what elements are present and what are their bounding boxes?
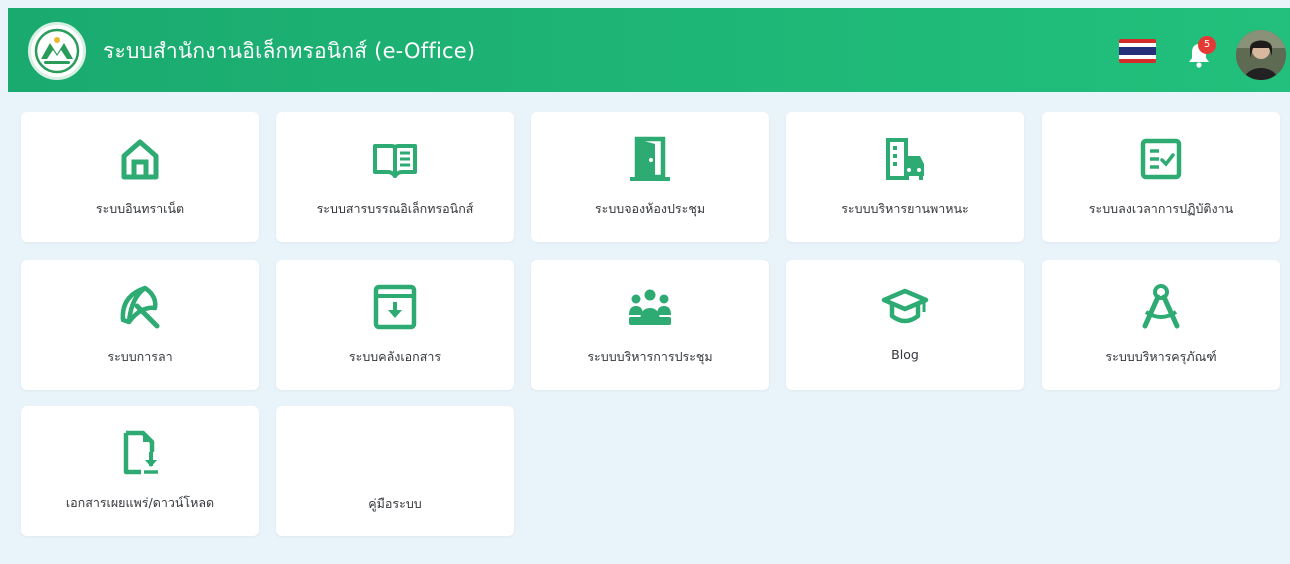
app-title: ระบบสำนักงานอิเล็กทรอนิกส์ (e-Office) xyxy=(103,39,476,63)
user-avatar[interactable] xyxy=(1236,30,1286,80)
menu-card-document-archive[interactable]: ระบบคลังเอกสาร xyxy=(276,260,514,390)
home-icon xyxy=(115,134,165,184)
menu-card-meeting-room-booking[interactable]: ระบบจองห้องประชุม xyxy=(531,112,769,242)
menu-card-e-document[interactable]: ระบบสารบรรณอิเล็กทรอนิกส์ xyxy=(276,112,514,242)
menu-card-label: คู่มือระบบ xyxy=(368,496,422,511)
checklist-icon xyxy=(1136,134,1186,184)
archive-download-icon xyxy=(370,282,420,332)
book-open-icon xyxy=(370,134,420,184)
menu-card-leave[interactable]: ระบบการลา xyxy=(21,260,259,390)
compass-drafting-icon xyxy=(1136,282,1186,332)
notification-count-badge: 5 xyxy=(1198,36,1216,54)
top-header: ระบบสำนักงานอิเล็กทรอนิกส์ (e-Office) 5 xyxy=(8,8,1290,92)
people-group-icon xyxy=(625,282,675,332)
menu-card-intranet[interactable]: ระบบอินทราเน็ต xyxy=(21,112,259,242)
menu-card-label: ระบบอินทราเน็ต xyxy=(95,201,185,216)
menu-card-asset-management[interactable]: ระบบบริหารครุภัณฑ์ xyxy=(1042,260,1280,390)
menu-card-label: ระบบการลา xyxy=(107,349,173,364)
menu-card-system-manual[interactable]: คู่มือระบบ xyxy=(276,406,514,536)
graduation-cap-icon xyxy=(880,282,930,332)
menu-card-downloads[interactable]: เอกสารเผยแพร่/ดาวน์โหลด xyxy=(21,406,259,536)
menu-card-blog[interactable]: Blog xyxy=(786,260,1024,390)
menu-card-label: ระบบลงเวลาการปฏิบัติงาน xyxy=(1088,201,1234,216)
menu-card-vehicle-management[interactable]: ระบบบริหารยานพาหนะ xyxy=(786,112,1024,242)
menu-card-label: ระบบบริหารครุภัณฑ์ xyxy=(1105,349,1217,364)
door-icon xyxy=(625,134,675,184)
thai-flag-icon[interactable] xyxy=(1119,39,1156,63)
file-download-icon xyxy=(115,428,165,478)
menu-card-label: เอกสารเผยแพร่/ดาวน์โหลด xyxy=(65,495,215,510)
umbrella-beach-icon xyxy=(115,282,165,332)
menu-card-label: ระบบจองห้องประชุม xyxy=(594,201,706,216)
menu-card-label: ระบบบริหารยานพาหนะ xyxy=(841,201,969,216)
menu-card-label: ระบบคลังเอกสาร xyxy=(348,349,442,364)
menu-card-label: Blog xyxy=(891,347,919,362)
menu-card-time-attendance[interactable]: ระบบลงเวลาการปฏิบัติงาน xyxy=(1042,112,1280,242)
building-car-icon xyxy=(880,134,930,184)
menu-card-label: ระบบบริหารการประชุม xyxy=(587,349,713,364)
menu-card-label: ระบบสารบรรณอิเล็กทรอนิกส์ xyxy=(316,201,474,216)
menu-card-meeting-management[interactable]: ระบบบริหารการประชุม xyxy=(531,260,769,390)
organization-logo[interactable] xyxy=(28,22,86,80)
